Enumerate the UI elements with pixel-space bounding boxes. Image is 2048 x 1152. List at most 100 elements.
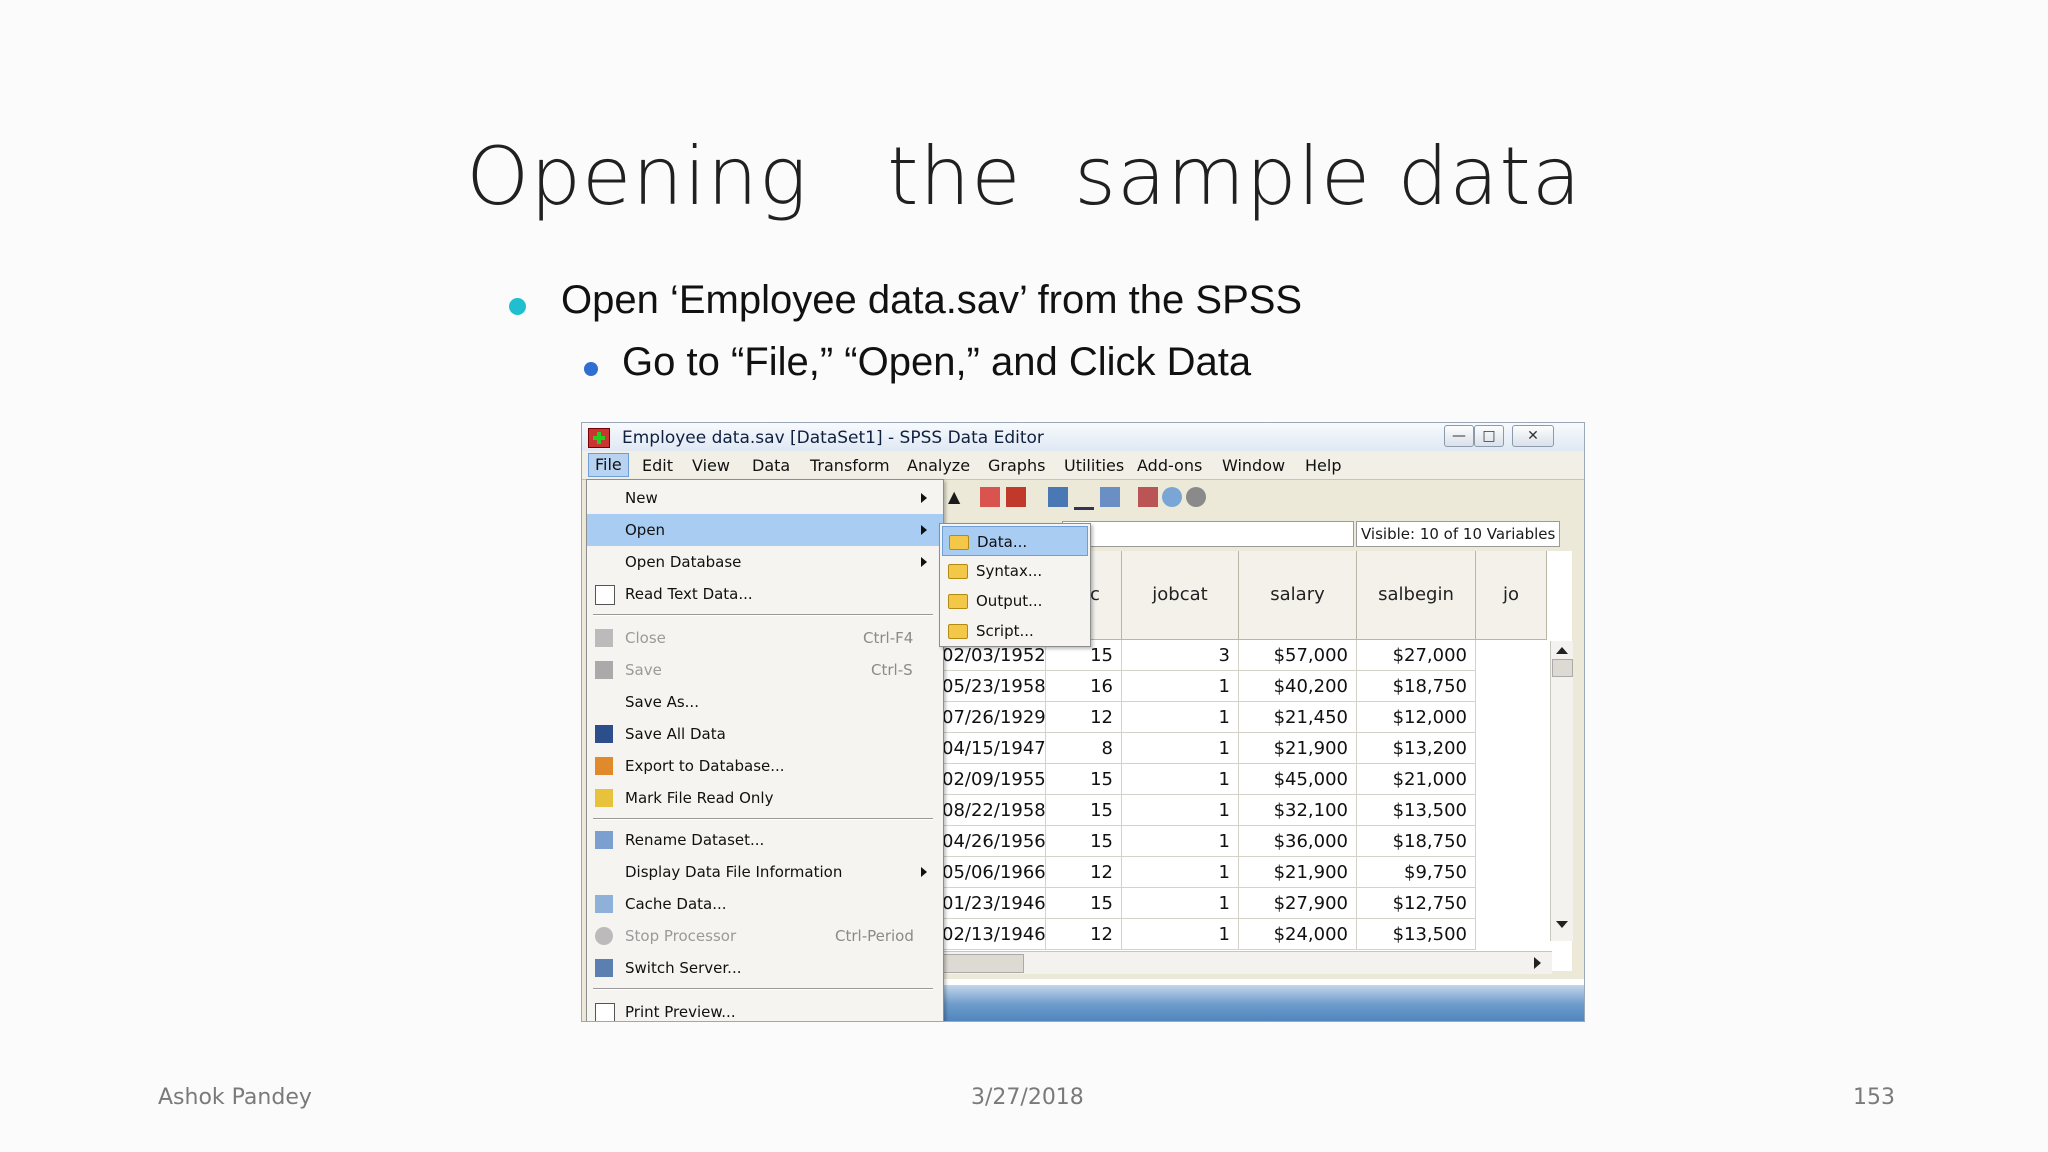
vertical-scrollbar[interactable] xyxy=(1550,641,1573,941)
table-cell[interactable]: 1 xyxy=(1122,671,1239,702)
table-cell[interactable]: $32,100 xyxy=(1239,795,1357,826)
menu-item-open-database[interactable]: Open Database xyxy=(587,546,943,578)
menu-help[interactable]: Help xyxy=(1305,456,1341,475)
table-cell[interactable]: 1 xyxy=(1122,888,1239,919)
table-cell[interactable]: 15 xyxy=(1046,826,1122,857)
menu-data[interactable]: Data xyxy=(752,456,790,475)
menu-item-cache[interactable]: Cache Data... xyxy=(587,888,943,920)
table-cell[interactable]: 02/13/1946 xyxy=(942,919,1046,950)
column-header-salbegin[interactable]: salbegin xyxy=(1357,551,1476,640)
table-cell[interactable]: $13,200 xyxy=(1357,733,1476,764)
menu-item-rename[interactable]: Rename Dataset... xyxy=(587,824,943,856)
table-cell[interactable]: 1 xyxy=(1122,857,1239,888)
menu-item-new[interactable]: New xyxy=(587,482,943,514)
column-header-jobcat[interactable]: jobcat xyxy=(1122,551,1239,640)
table-cell[interactable]: 1 xyxy=(1122,919,1239,950)
table-cell[interactable]: 16 xyxy=(1046,671,1122,702)
menu-addons[interactable]: Add-ons xyxy=(1137,456,1202,475)
table-cell[interactable]: $18,750 xyxy=(1357,671,1476,702)
table-cell[interactable]: $36,000 xyxy=(1239,826,1357,857)
column-header-jobtime[interactable]: jo xyxy=(1476,551,1547,640)
table-cell[interactable]: 12 xyxy=(1046,919,1122,950)
column-header-salary[interactable]: salary xyxy=(1239,551,1357,640)
table-cell[interactable]: 04/26/1956 xyxy=(942,826,1046,857)
select-cases-icon[interactable] xyxy=(1100,487,1120,507)
table-cell[interactable]: 04/15/1947 xyxy=(942,733,1046,764)
menu-utilities[interactable]: Utilities xyxy=(1064,456,1124,475)
restore-icon[interactable]: □ xyxy=(1474,425,1504,447)
weight-cases-icon[interactable] xyxy=(1074,487,1094,510)
table-cell[interactable]: 15 xyxy=(1046,795,1122,826)
menu-view[interactable]: View xyxy=(692,456,730,475)
hscroll-thumb[interactable] xyxy=(942,954,1024,973)
cell-editor[interactable] xyxy=(1062,521,1354,547)
find-icon[interactable]: ▲ xyxy=(948,487,968,507)
table-cell[interactable]: $21,000 xyxy=(1357,764,1476,795)
table-cell[interactable]: 05/23/1958 xyxy=(942,671,1046,702)
table-cell[interactable]: 1 xyxy=(1122,733,1239,764)
menu-edit[interactable]: Edit xyxy=(642,456,673,475)
table-cell[interactable]: $21,450 xyxy=(1239,702,1357,733)
table-cell[interactable]: 15 xyxy=(1046,888,1122,919)
minimize-icon[interactable]: — xyxy=(1444,425,1474,447)
table-cell[interactable]: $57,000 xyxy=(1239,640,1357,671)
table-cell[interactable]: $24,000 xyxy=(1239,919,1357,950)
menu-item-print-preview[interactable]: Print Preview... xyxy=(587,996,943,1021)
horizontal-scrollbar[interactable] xyxy=(942,951,1552,974)
menu-item-mark-readonly[interactable]: Mark File Read Only xyxy=(587,782,943,814)
value-labels-icon[interactable] xyxy=(1138,487,1158,507)
table-cell[interactable]: 07/26/1929 xyxy=(942,702,1046,733)
split-file-icon[interactable] xyxy=(1048,487,1068,507)
table-cell[interactable]: $13,500 xyxy=(1357,795,1476,826)
goto-case-icon[interactable] xyxy=(980,487,1000,507)
menu-item-export-db[interactable]: Export to Database... xyxy=(587,750,943,782)
table-cell[interactable]: $18,750 xyxy=(1357,826,1476,857)
scroll-up-icon[interactable] xyxy=(1556,647,1568,654)
submenu-item-script[interactable]: Script... xyxy=(942,616,1088,646)
menu-analyze[interactable]: Analyze xyxy=(907,456,970,475)
menu-item-save-all[interactable]: Save All Data xyxy=(587,718,943,750)
table-cell[interactable]: $45,000 xyxy=(1239,764,1357,795)
table-cell[interactable]: 1 xyxy=(1122,702,1239,733)
table-cell[interactable]: 12 xyxy=(1046,702,1122,733)
table-cell[interactable]: 05/06/1966 xyxy=(942,857,1046,888)
scroll-thumb[interactable] xyxy=(1552,659,1573,677)
menu-item-close[interactable]: Close Ctrl-F4 xyxy=(587,622,943,654)
submenu-item-output[interactable]: Output... xyxy=(942,586,1088,616)
menu-graphs[interactable]: Graphs xyxy=(988,456,1045,475)
scroll-down-icon[interactable] xyxy=(1556,921,1568,928)
table-cell[interactable]: $12,750 xyxy=(1357,888,1476,919)
table-cell[interactable]: $13,500 xyxy=(1357,919,1476,950)
submenu-item-data[interactable]: Data... xyxy=(942,526,1088,556)
table-cell[interactable]: $21,900 xyxy=(1239,733,1357,764)
table-cell[interactable]: $27,000 xyxy=(1357,640,1476,671)
menu-item-open[interactable]: Open xyxy=(587,514,943,546)
insert-case-icon[interactable] xyxy=(1006,487,1026,507)
table-cell[interactable]: 01/23/1946 xyxy=(942,888,1046,919)
table-cell[interactable]: $9,750 xyxy=(1357,857,1476,888)
menu-item-display-info[interactable]: Display Data File Information xyxy=(587,856,943,888)
use-sets-icon[interactable] xyxy=(1162,487,1182,507)
table-cell[interactable]: 12 xyxy=(1046,857,1122,888)
scroll-right-icon[interactable] xyxy=(1534,957,1541,969)
menu-file[interactable]: File xyxy=(588,453,629,477)
table-cell[interactable]: $21,900 xyxy=(1239,857,1357,888)
table-cell[interactable]: 08/22/1958 xyxy=(942,795,1046,826)
table-cell[interactable]: 1 xyxy=(1122,826,1239,857)
menu-window[interactable]: Window xyxy=(1222,456,1285,475)
table-cell[interactable]: 8 xyxy=(1046,733,1122,764)
table-cell[interactable]: 1 xyxy=(1122,764,1239,795)
table-cell[interactable]: 3 xyxy=(1122,640,1239,671)
close-window-icon[interactable]: ✕ xyxy=(1512,425,1554,447)
table-cell[interactable]: $12,000 xyxy=(1357,702,1476,733)
menu-item-save[interactable]: Save Ctrl-S xyxy=(587,654,943,686)
menu-item-stop-processor[interactable]: Stop Processor Ctrl-Period xyxy=(587,920,943,952)
table-cell[interactable]: 15 xyxy=(1046,764,1122,795)
submenu-item-syntax[interactable]: Syntax... xyxy=(942,556,1088,586)
table-cell[interactable]: 02/09/1955 xyxy=(942,764,1046,795)
table-cell[interactable]: 1 xyxy=(1122,795,1239,826)
menu-item-save-as[interactable]: Save As... xyxy=(587,686,943,718)
menu-item-switch-server[interactable]: Switch Server... xyxy=(587,952,943,984)
table-cell[interactable]: $40,200 xyxy=(1239,671,1357,702)
menu-item-read-text[interactable]: Read Text Data... xyxy=(587,578,943,610)
